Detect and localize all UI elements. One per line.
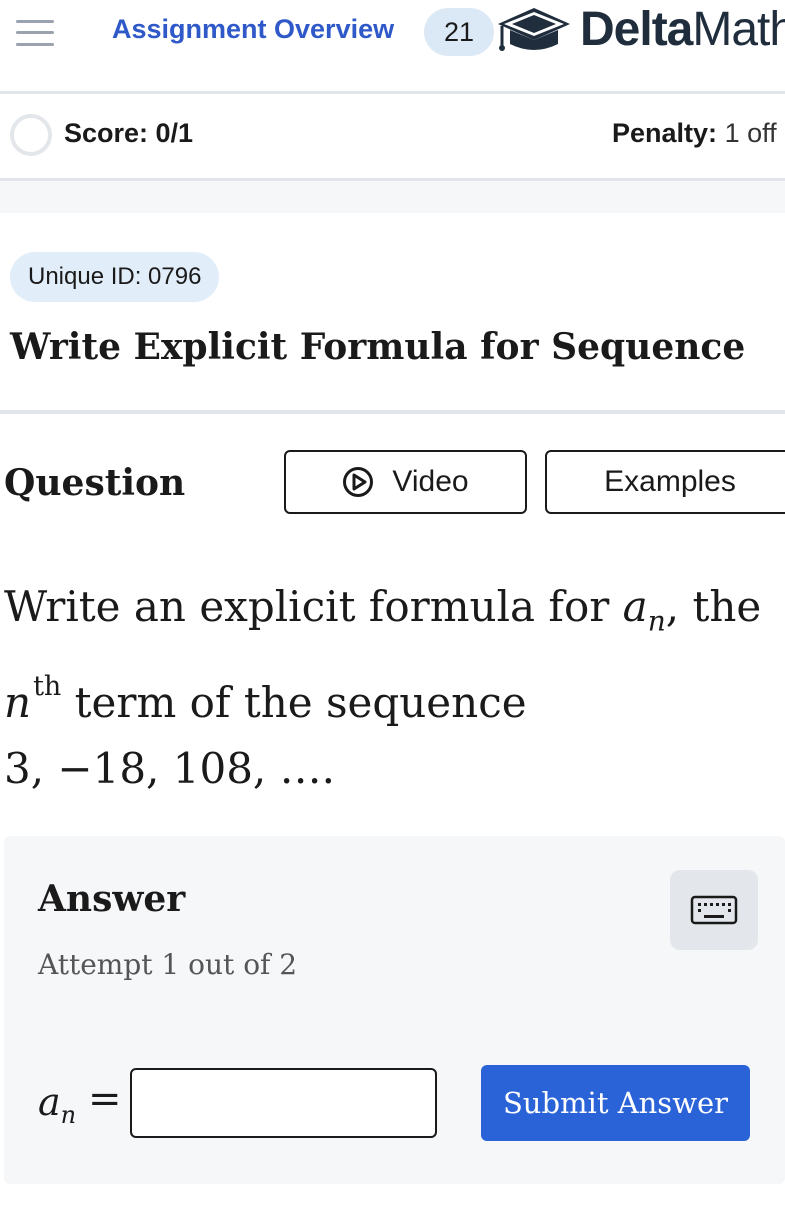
graduation-cap-icon (494, 2, 574, 58)
prompt-sup: th (33, 671, 62, 703)
keyboard-icon (690, 895, 738, 925)
question-heading: Question (4, 462, 186, 504)
answer-heading: Answer (38, 878, 186, 920)
attempt-counter: Attempt 1 out of 2 (38, 948, 298, 981)
logo-light: Math (692, 3, 785, 56)
prompt-text-1: Write an explicit formula for (4, 582, 623, 631)
math-keyboard-button[interactable] (670, 870, 758, 950)
top-bar: Assignment Overview 21 DeltaMath (0, 0, 785, 68)
prompt-var-sub: n (647, 604, 666, 638)
unique-id-badge: Unique ID: 0796 (10, 252, 220, 302)
answer-var-sub: n (60, 1101, 77, 1129)
assignment-overview-link[interactable]: Assignment Overview (112, 14, 394, 45)
section-gap (0, 181, 785, 213)
prompt-n: n (4, 678, 32, 728)
video-button[interactable]: Video (284, 450, 527, 514)
examples-button[interactable]: Examples (545, 450, 785, 514)
assignment-count-badge: 21 (424, 8, 494, 56)
penalty-info: Penalty: 1 off (612, 118, 777, 149)
deltamath-logo[interactable]: DeltaMath (580, 2, 785, 57)
prompt-text-3: term of the sequence (61, 678, 527, 728)
score-progress-ring (10, 114, 52, 156)
answer-input[interactable] (130, 1068, 437, 1138)
examples-label: Examples (604, 465, 736, 498)
answer-variable: an (38, 1080, 76, 1129)
prompt-var: a (622, 582, 648, 631)
problem-title: Write Explicit Formula for Sequence (10, 326, 746, 368)
video-label: Video (392, 465, 469, 498)
divider (0, 410, 785, 414)
menu-icon[interactable] (16, 16, 54, 50)
divider (0, 91, 785, 94)
score-label: Score: 0/1 (64, 118, 194, 148)
equals-sign: = (88, 1076, 122, 1122)
question-prompt: Write an explicit formula for an, the nt… (4, 574, 784, 802)
submit-answer-button[interactable]: Submit Answer (481, 1065, 750, 1141)
penalty-label: Penalty: (612, 118, 718, 148)
logo-bold: Delta (580, 3, 693, 56)
sequence-terms: 3, −18, 108, …. (4, 744, 335, 794)
play-circle-icon (343, 467, 374, 497)
prompt-text-2: , the (665, 582, 762, 631)
penalty-value: 1 off (724, 118, 777, 148)
answer-var: a (38, 1080, 61, 1124)
